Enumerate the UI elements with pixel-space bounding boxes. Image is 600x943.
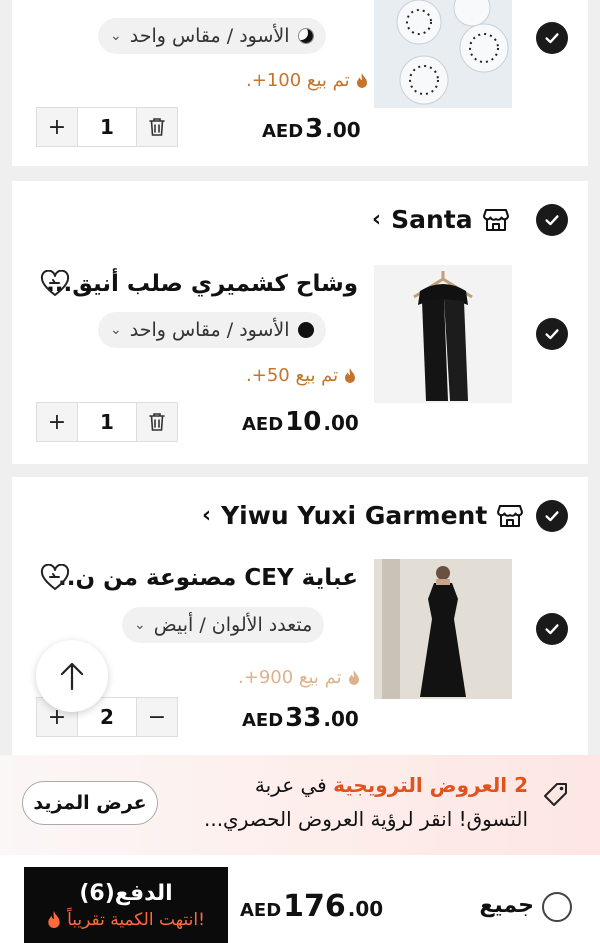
price-integer: 3 — [305, 114, 324, 144]
currency-label: AED — [240, 900, 282, 921]
store-icon — [482, 208, 509, 231]
store-select-checkbox[interactable] — [536, 204, 568, 236]
sold-text: تم بيع 900+. — [238, 667, 342, 688]
view-more-button[interactable]: عرض المزيد — [22, 781, 158, 825]
decrease-quantity-button[interactable]: − — [137, 698, 177, 736]
delete-item-button[interactable] — [137, 108, 177, 146]
currency-label: AED — [262, 121, 304, 142]
wishlist-heart-icon[interactable] — [40, 564, 70, 592]
product-image[interactable] — [374, 559, 512, 699]
store-name: Santa — [391, 205, 473, 234]
product-title[interactable]: وشاح كشميري صلب أنيق... — [46, 271, 358, 297]
item-select-checkbox[interactable] — [536, 613, 568, 645]
color-swatch-icon — [297, 28, 314, 44]
store-header[interactable]: ‹ Santa — [372, 205, 509, 234]
product-image[interactable] — [374, 0, 512, 108]
fire-icon — [348, 670, 359, 685]
store-select-checkbox[interactable] — [536, 500, 568, 532]
increase-quantity-button[interactable]: + — [37, 108, 77, 146]
item-select-checkbox[interactable] — [536, 318, 568, 350]
promo-text-line1: 2 العروض الترويجية في عربة — [255, 773, 528, 797]
chevron-down-icon: ⌄ — [110, 322, 122, 338]
chevron-left-icon: ‹ — [372, 207, 382, 232]
promo-text-line2: التسوق! انقر لرؤية العروض الحصري... — [203, 807, 528, 831]
checkout-bar: جميع AED 176.00 الدفع(6) انتهت الكمية تقر… — [0, 855, 600, 943]
promotions-banner[interactable]: 2 العروض الترويجية في عربة التسوق! انقر … — [0, 755, 600, 855]
increase-quantity-button[interactable]: + — [37, 403, 77, 441]
fire-icon — [48, 911, 60, 928]
quantity-value[interactable]: 1 — [77, 108, 137, 146]
item-price: AED 3.00 — [262, 114, 361, 144]
store-icon — [497, 504, 524, 527]
total-integer: 176 — [283, 889, 346, 924]
check-icon — [545, 215, 559, 226]
check-icon — [545, 511, 559, 522]
check-icon — [545, 33, 559, 44]
quantity-stepper: + 1 — [36, 107, 178, 147]
total-decimal: .00 — [347, 897, 384, 921]
sold-count: تم بيع 100+. — [246, 70, 368, 91]
variant-selector[interactable]: متعدد الألوان / أبيض ⌄ — [122, 607, 325, 643]
abaya-product-photo — [374, 559, 512, 699]
arrow-up-icon — [60, 662, 84, 691]
sold-text: تم بيع 100+. — [246, 70, 350, 91]
select-all-label[interactable]: جميع — [479, 893, 534, 918]
currency-label: AED — [242, 710, 284, 731]
variant-selector[interactable]: الأسود / مقاس واحد ⌄ — [98, 312, 326, 348]
variant-label: الأسود / مقاس واحد — [129, 25, 290, 47]
store-header[interactable]: ‹ Yiwu Yuxi Garment — [202, 501, 524, 530]
product-image[interactable] — [374, 265, 512, 403]
price-decimal: .00 — [323, 707, 359, 731]
variant-selector[interactable]: الأسود / مقاس واحد ⌄ — [98, 18, 326, 54]
cart-item-card: ‹ Santa وشاح كشميري صلب أنيق... الأسود /… — [12, 181, 588, 464]
price-tag-icon — [544, 783, 567, 806]
sold-text: تم بيع 50+. — [246, 365, 339, 386]
promo-line1-rest: في عربة — [254, 773, 334, 797]
scroll-to-top-button[interactable] — [36, 640, 108, 712]
variant-label: متعدد الألوان / أبيض — [153, 614, 313, 636]
tape-measure-product-photo — [374, 0, 512, 108]
currency-label: AED — [242, 414, 284, 435]
fire-icon — [345, 368, 356, 383]
promo-count: 2 العروض الترويجية — [333, 773, 528, 797]
sold-count: تم بيع 50+. — [246, 365, 356, 386]
chevron-down-icon: ⌄ — [110, 28, 122, 44]
fire-icon — [356, 73, 367, 88]
price-decimal: .00 — [323, 411, 359, 435]
low-stock-note: انتهت الكمية تقريباً! — [47, 910, 205, 930]
store-name: Yiwu Yuxi Garment — [221, 501, 488, 530]
check-icon — [545, 624, 559, 635]
checkout-label: الدفع(6) — [79, 880, 173, 906]
checkout-button[interactable]: الدفع(6) انتهت الكمية تقريباً! — [24, 867, 228, 943]
product-title[interactable]: عباية CEY مصنوعة من ن.. — [58, 565, 358, 591]
color-swatch-icon — [297, 322, 314, 338]
trash-icon — [149, 413, 165, 431]
wishlist-heart-icon[interactable] — [40, 270, 70, 298]
select-all-radio[interactable] — [542, 892, 572, 922]
price-integer: 10 — [285, 407, 322, 437]
scarf-product-photo — [374, 265, 512, 403]
check-icon — [545, 329, 559, 340]
item-price: AED 33.00 — [242, 703, 359, 733]
price-integer: 33 — [285, 703, 322, 733]
chevron-left-icon: ‹ — [202, 503, 212, 528]
item-select-checkbox[interactable] — [536, 22, 568, 54]
chevron-down-icon: ⌄ — [134, 617, 146, 633]
cart-item-card: الأسود / مقاس واحد ⌄ تم بيع 100+. AED 3.0… — [12, 0, 588, 166]
sold-count: تم بيع 900+. — [238, 667, 360, 688]
cart-item-card: ‹ Yiwu Yuxi Garment عباية CEY مصنوعة من … — [12, 477, 588, 755]
price-decimal: .00 — [325, 118, 361, 142]
delete-item-button[interactable] — [137, 403, 177, 441]
variant-label: الأسود / مقاس واحد — [129, 319, 290, 341]
quantity-stepper: + 1 — [36, 402, 178, 442]
item-price: AED 10.00 — [242, 407, 359, 437]
cart-total: AED 176.00 — [240, 889, 383, 924]
trash-icon — [149, 118, 165, 136]
quantity-value[interactable]: 1 — [77, 403, 137, 441]
low-stock-text: انتهت الكمية تقريباً! — [67, 909, 205, 930]
